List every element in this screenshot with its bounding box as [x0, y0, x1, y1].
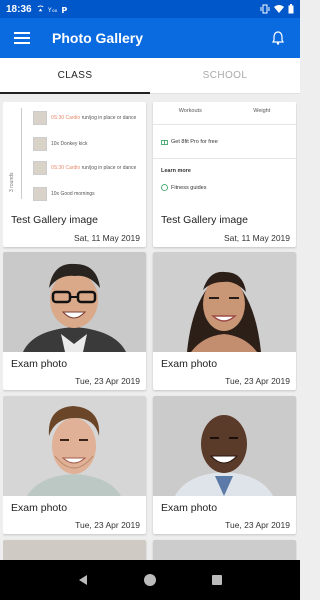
hamburger-icon	[14, 32, 30, 44]
app-tabs: Workouts Weight	[178, 108, 271, 114]
workout-row: 10x Donkey kick	[33, 134, 142, 154]
card-title: Exam photo	[11, 502, 68, 514]
promo-row: Get 8fit Pro for free	[161, 138, 218, 145]
card-title: Test Gallery image	[161, 214, 248, 226]
status-right	[260, 4, 294, 14]
portrait-photo	[3, 252, 146, 352]
card-date: Tue, 23 Apr 2019	[225, 376, 290, 386]
app-bar: Photo Gallery	[0, 18, 300, 58]
rounds-label: 3 rounds	[9, 172, 15, 192]
card-date: Sat, 11 May 2019	[74, 233, 140, 243]
gallery-grid: 3 rounds 0S:30 Cardio run/jog in place o…	[3, 102, 297, 560]
card-title: Exam photo	[11, 358, 68, 370]
card-title: Exam photo	[161, 502, 218, 514]
gallery-card[interactable]	[153, 540, 296, 560]
card-image: 3 rounds 0S:30 Cardio run/jog in place o…	[3, 102, 146, 207]
guide-icon	[161, 184, 168, 191]
system-nav-bar	[0, 560, 300, 600]
gallery-card[interactable]: Exam photo Tue, 23 Apr 2019	[3, 396, 146, 534]
card-image	[3, 252, 146, 352]
wifi-calling-icon	[37, 4, 44, 11]
tab-school[interactable]: SCHOOL	[150, 58, 300, 93]
divider	[153, 124, 296, 125]
learn-more-heading: Learn more	[161, 168, 191, 174]
data-icon: Yoo	[48, 8, 58, 14]
exercise-name: 0S:30 Cardio	[51, 115, 81, 121]
gallery-card[interactable]	[3, 540, 146, 560]
card-image: Workouts Weight Get 8fit Pro for free Le…	[153, 102, 296, 207]
portrait-photo	[3, 396, 146, 496]
card-title: Test Gallery image	[11, 214, 98, 226]
back-button[interactable]	[71, 568, 95, 592]
exercise-name: 10x Good mornings	[51, 191, 95, 197]
card-image	[3, 396, 146, 496]
card-image	[153, 396, 296, 496]
gallery-card[interactable]: Exam photo Tue, 23 Apr 2019	[153, 252, 296, 390]
notifications-button[interactable]	[268, 28, 288, 48]
gallery-card[interactable]: Workouts Weight Get 8fit Pro for free Le…	[153, 102, 296, 247]
gallery-card[interactable]: Exam photo Tue, 23 Apr 2019	[153, 396, 296, 534]
workout-row: 0S:30 Cardio run/jog in place or dance	[33, 108, 142, 128]
parking-icon: P	[61, 5, 67, 14]
card-image	[3, 540, 146, 560]
card-title: Exam photo	[161, 358, 218, 370]
wifi-icon	[274, 5, 284, 13]
status-time: 18:36	[6, 3, 32, 15]
portrait-photo	[3, 540, 146, 560]
portrait-photo	[153, 252, 296, 352]
tab-bar: CLASS SCHOOL	[0, 58, 300, 94]
portrait-photo	[153, 540, 296, 560]
home-button[interactable]	[138, 568, 162, 592]
exercise-name: 0S:30 Cardio	[51, 165, 81, 171]
card-date: Tue, 23 Apr 2019	[75, 520, 140, 530]
back-icon	[79, 575, 88, 585]
exercise-note: run/jog in place or dance	[81, 115, 137, 121]
card-date: Tue, 23 Apr 2019	[225, 520, 290, 530]
rounds-divider	[21, 108, 22, 199]
recents-icon	[211, 575, 222, 585]
exercise-thumb	[33, 111, 47, 125]
exercise-thumb	[33, 137, 47, 151]
card-image	[153, 252, 296, 352]
workout-row: 0S:30 Cardio run/jog in place or dance	[33, 158, 142, 178]
card-date: Tue, 23 Apr 2019	[75, 376, 140, 386]
exercise-thumb	[33, 161, 47, 175]
guide-row: Fitness guides	[161, 184, 206, 191]
exercise-note: run/jog in place or dance	[81, 165, 137, 171]
home-icon	[143, 574, 156, 586]
tab-class[interactable]: CLASS	[0, 58, 150, 94]
menu-button[interactable]	[12, 28, 32, 48]
gift-icon	[161, 140, 168, 145]
svg-text:P: P	[61, 5, 67, 14]
exercise-name: 10x Donkey kick	[51, 141, 88, 147]
gallery-card[interactable]: Exam photo Tue, 23 Apr 2019	[3, 252, 146, 390]
bell-icon	[272, 31, 284, 45]
svg-text:oo: oo	[52, 8, 58, 13]
status-left: 18:36 Yoo P	[6, 4, 69, 15]
portrait-photo	[153, 396, 296, 496]
card-image	[153, 540, 296, 560]
status-notification-icons: Yoo P	[36, 5, 69, 14]
recents-button[interactable]	[205, 568, 229, 592]
card-date: Sat, 11 May 2019	[224, 233, 290, 243]
vibrate-icon	[260, 4, 270, 14]
battery-icon	[288, 4, 294, 14]
divider	[153, 158, 296, 159]
status-bar: 18:36 Yoo P	[0, 0, 300, 18]
exercise-thumb	[33, 187, 47, 201]
gallery-card[interactable]: 3 rounds 0S:30 Cardio run/jog in place o…	[3, 102, 146, 247]
workout-row: 10x Good mornings	[33, 184, 142, 204]
page-title: Photo Gallery	[52, 30, 144, 46]
